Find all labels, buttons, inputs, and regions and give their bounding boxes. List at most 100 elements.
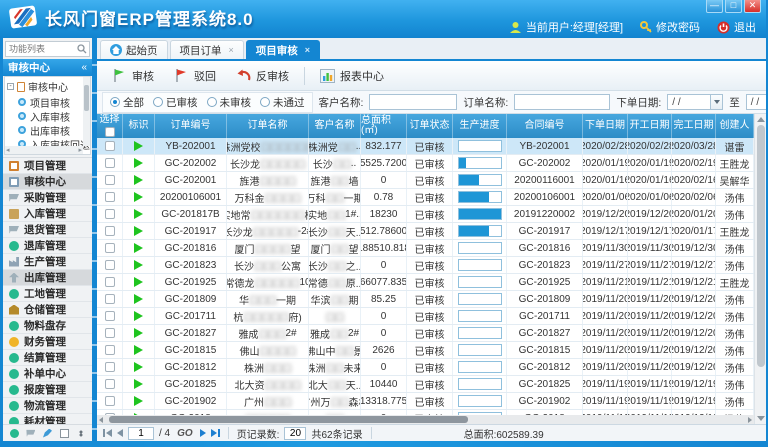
table-row[interactable]: GC-202001旌港口口口口旌港口口墙0已审核202001160012020/… bbox=[97, 172, 754, 189]
tab-project-orders[interactable]: 项目订单 × bbox=[170, 40, 244, 59]
select-all-checkbox[interactable] bbox=[105, 127, 115, 137]
column-header-status[interactable]: 订单状态 bbox=[407, 114, 453, 138]
sidebar-item-退库管理[interactable]: 退库管理 bbox=[3, 238, 92, 254]
cell-select[interactable] bbox=[97, 172, 123, 188]
column-header-order_name[interactable]: 订单名称 bbox=[227, 114, 309, 138]
tree-scrollbar[interactable] bbox=[83, 77, 90, 146]
column-header-start_date[interactable]: 开工日期 bbox=[628, 114, 672, 138]
cell-select[interactable] bbox=[97, 376, 123, 392]
cell-select[interactable] bbox=[97, 325, 123, 341]
row-checkbox[interactable] bbox=[105, 209, 115, 219]
row-checkbox[interactable] bbox=[105, 311, 115, 321]
cell-select[interactable] bbox=[97, 189, 123, 205]
row-checkbox[interactable] bbox=[105, 379, 115, 389]
cart-icon[interactable] bbox=[26, 429, 35, 438]
sidebar-panel-header[interactable]: 审核中心 « bbox=[3, 59, 92, 76]
table-row[interactable]: GC-201825北大资口口口口北大口口天..10440已审核GC-201825… bbox=[97, 376, 754, 393]
cell-select[interactable] bbox=[97, 206, 123, 222]
report-icon[interactable] bbox=[60, 429, 69, 438]
scroll-down-icon[interactable] bbox=[757, 416, 765, 421]
radio-button-icon[interactable] bbox=[260, 97, 270, 107]
cell-select[interactable] bbox=[97, 393, 123, 409]
column-header-customer[interactable]: 客户名称 bbox=[309, 114, 361, 138]
column-header-finish_date[interactable]: 完工日期 bbox=[672, 114, 716, 138]
order-date-from-picker[interactable]: / / bbox=[667, 94, 723, 110]
table-row[interactable]: GC-202002长沙龙口口口口口长沙口口..65525.7200..已审核GC… bbox=[97, 155, 754, 172]
row-checkbox[interactable] bbox=[105, 226, 115, 236]
row-checkbox[interactable] bbox=[105, 362, 115, 372]
table-row[interactable]: GC-201711杭口口口口口府)口口0已审核GC-2017112019/11/… bbox=[97, 308, 754, 325]
table-row[interactable]: GC-201827雅成口口口2#雅成口口2#0已审核GC-2018272019/… bbox=[97, 325, 754, 342]
close-button[interactable]: ✕ bbox=[744, 0, 761, 13]
table-row[interactable]: GC-201917长沙龙口口口口口-2#长沙口口天..8512.78600..已… bbox=[97, 223, 754, 240]
page-size-input[interactable] bbox=[284, 427, 306, 440]
horizontal-scrollbar[interactable] bbox=[97, 415, 754, 424]
tree-item-项目审核[interactable]: 项目审核 bbox=[5, 95, 90, 109]
row-checkbox[interactable] bbox=[105, 260, 115, 270]
tree-root-audit-center[interactable]: - 审核中心 bbox=[5, 78, 90, 95]
last-page-button[interactable] bbox=[211, 429, 220, 437]
row-checkbox[interactable] bbox=[105, 243, 115, 253]
sidebar-item-项目管理[interactable]: 项目管理 bbox=[3, 158, 92, 174]
chevron-down-icon[interactable] bbox=[710, 95, 722, 109]
sidebar-item-财务管理[interactable]: 财务管理 bbox=[3, 334, 92, 350]
table-row[interactable]: GC-201902广州口口口广州万口口森林13318.775已审核GC-2019… bbox=[97, 393, 754, 410]
go-button[interactable]: GO bbox=[177, 428, 193, 439]
sidebar-item-补单中心[interactable]: 补单中心 bbox=[3, 366, 92, 382]
table-row[interactable]: GC-201817B实地常口口口口口口栋实地口口1#..18230已审核2019… bbox=[97, 206, 754, 223]
prev-page-button[interactable] bbox=[117, 429, 123, 437]
cell-select[interactable] bbox=[97, 308, 123, 324]
row-checkbox[interactable] bbox=[105, 277, 115, 287]
radio-未通过[interactable]: 未通过 bbox=[260, 95, 305, 110]
table-row[interactable]: 20200106001万科金口口口口万科口口一期0.78已审核202001060… bbox=[97, 189, 754, 206]
close-tab-icon[interactable]: × bbox=[229, 45, 234, 55]
column-header-flag[interactable]: 标识 bbox=[123, 114, 155, 138]
cell-select[interactable] bbox=[97, 138, 123, 154]
cell-select[interactable] bbox=[97, 359, 123, 375]
change-password-button[interactable]: 修改密码 bbox=[640, 19, 700, 35]
table-row[interactable]: GC-201925常德龙口口口口口10常德口口原..266077.835..已审… bbox=[97, 274, 754, 291]
scroll-left-icon[interactable] bbox=[99, 417, 103, 423]
row-checkbox[interactable] bbox=[105, 328, 115, 338]
sidebar-item-物料盘存[interactable]: 物料盘存 bbox=[3, 318, 92, 334]
table-row[interactable]: GC-201809华口口口一期华滨口口期85.25已审核GC-201809201… bbox=[97, 291, 754, 308]
tree-hscrollbar[interactable]: ◂▸ bbox=[5, 146, 83, 154]
cell-select[interactable] bbox=[97, 155, 123, 171]
row-checkbox[interactable] bbox=[105, 141, 115, 151]
radio-button-icon[interactable] bbox=[110, 97, 120, 107]
tree-toggle-icon[interactable]: - bbox=[7, 83, 14, 90]
pen-icon[interactable] bbox=[43, 429, 52, 438]
customer-name-input[interactable] bbox=[369, 94, 457, 110]
vertical-scrollbar[interactable] bbox=[754, 114, 766, 424]
column-header-progress[interactable]: 生产进度 bbox=[453, 114, 507, 138]
row-checkbox[interactable] bbox=[105, 158, 115, 168]
column-header-creator[interactable]: 创建人 bbox=[716, 114, 754, 138]
row-checkbox[interactable] bbox=[105, 396, 115, 406]
cell-select[interactable] bbox=[97, 240, 123, 256]
unaudit-button[interactable]: 反审核 bbox=[227, 65, 298, 87]
column-header-area[interactable]: 总面积(㎡) bbox=[361, 114, 407, 138]
radio-button-icon[interactable] bbox=[153, 97, 163, 107]
cell-select[interactable] bbox=[97, 342, 123, 358]
column-header-select[interactable]: 选择 bbox=[97, 114, 123, 138]
sidebar-item-生产管理[interactable]: 生产管理 bbox=[3, 254, 92, 270]
sidebar-item-耗材管理[interactable]: 耗材管理 bbox=[3, 414, 92, 424]
sidebar-item-报废管理[interactable]: 报废管理 bbox=[3, 382, 92, 398]
collapse-icon[interactable]: « bbox=[81, 62, 87, 73]
table-row[interactable]: YB-202001株洲党校口口口口口口株洲党口口..832.177已审核YB-2… bbox=[97, 138, 754, 155]
sidebar-item-结算管理[interactable]: 结算管理 bbox=[3, 350, 92, 366]
close-tab-icon[interactable]: × bbox=[305, 45, 310, 55]
function-search-box[interactable] bbox=[5, 41, 90, 57]
sidebar-item-审核中心[interactable]: 审核中心 bbox=[3, 174, 92, 190]
next-page-button[interactable] bbox=[200, 429, 206, 437]
row-checkbox[interactable] bbox=[105, 345, 115, 355]
logout-button[interactable]: 退出 bbox=[717, 19, 756, 35]
scroll-up-icon[interactable] bbox=[757, 117, 765, 122]
table-row[interactable]: GC-201812株洲口口口株洲口口未来0已审核GC-2018122019/11… bbox=[97, 359, 754, 376]
hscroll-thumb[interactable] bbox=[109, 416, 468, 423]
tab-home[interactable]: 起始页 bbox=[100, 40, 168, 59]
column-header-contract_no[interactable]: 合同编号 bbox=[507, 114, 583, 138]
sidebar-item-出库管理[interactable]: 出库管理 bbox=[3, 270, 92, 286]
row-checkbox[interactable] bbox=[105, 192, 115, 202]
reject-button[interactable]: 驳回 bbox=[165, 65, 225, 87]
